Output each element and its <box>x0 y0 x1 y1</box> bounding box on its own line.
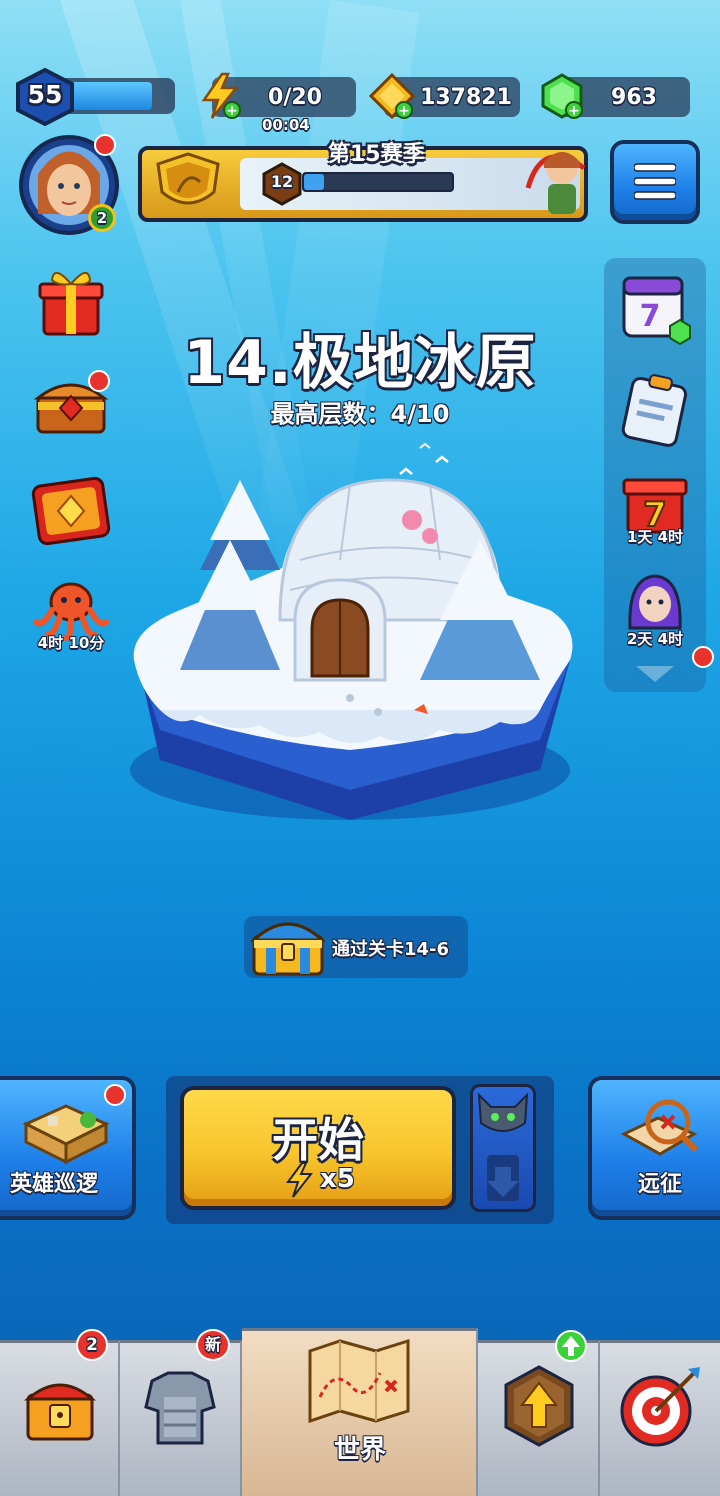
equipment-new-badge: 新 <box>196 1329 230 1361</box>
start-energy-cost: x5 <box>320 1164 355 1194</box>
tab-equipment[interactable]: 新 <box>120 1329 242 1496</box>
gold-value: 137821 <box>420 84 512 110</box>
gold-coin-icon: + <box>368 72 416 120</box>
difficulty-selector[interactable] <box>470 1084 536 1212</box>
card-pack-button[interactable] <box>30 470 112 552</box>
gem-value: 963 <box>611 84 657 110</box>
start-label: 开始 <box>272 1113 364 1167</box>
demon-mask-icon <box>477 1092 529 1132</box>
panel-collapse-chevron-icon[interactable] <box>634 664 676 684</box>
expedition-button[interactable]: 远征 <box>588 1076 720 1220</box>
stage-reward[interactable]: 通过关卡14-6 <box>244 916 468 978</box>
gem-icon: + <box>541 73 583 119</box>
archer-hero-icon <box>525 152 586 214</box>
hero-offer-timer: 2天 4时 <box>626 630 684 648</box>
tab-events[interactable] <box>600 1340 720 1496</box>
svg-text:+: + <box>398 103 410 119</box>
daily-gift-button[interactable]: 7 1天 4时 <box>614 466 696 548</box>
svg-text:+: + <box>226 103 238 119</box>
arrow-down-icon <box>487 1155 519 1201</box>
blue-chest-icon <box>250 922 326 976</box>
stage-reward-label: 通过关卡14-6 <box>332 939 450 960</box>
season-banner[interactable]: 12 第15赛季 <box>138 142 588 222</box>
svg-text:+: + <box>568 103 580 119</box>
shop-badge: 2 <box>76 1329 108 1361</box>
season-rank: 12 <box>270 172 294 191</box>
stage-title: 14.极地冰原 <box>183 328 537 398</box>
target-dart-icon <box>620 1367 700 1447</box>
hero-patrol-button[interactable]: 英雄巡逻 <box>0 1076 136 1220</box>
start-button[interactable]: 开始 x5 <box>180 1086 456 1210</box>
energy-cost-icon <box>286 1162 314 1198</box>
upgrade-arrow-icon <box>504 1365 574 1447</box>
octopus-event-button[interactable]: 4时 10分 <box>30 572 112 654</box>
tab-upgrade[interactable] <box>478 1330 600 1496</box>
ice-island-illustration[interactable] <box>120 440 590 840</box>
daily-gift-timer: 1天 4时 <box>626 528 684 546</box>
octopus-timer: 4时 10分 <box>37 634 105 652</box>
treasure-map-icon <box>620 1099 699 1156</box>
world-map-icon <box>308 1338 410 1424</box>
world-label: 世界 <box>333 1435 386 1465</box>
season-progress-bar <box>302 172 454 192</box>
menu-button[interactable] <box>610 140 700 224</box>
avatar-badge: 2 <box>88 204 116 232</box>
player-avatar[interactable]: 2 <box>18 134 120 236</box>
card-pack-icon <box>31 476 111 546</box>
stage-best-floor: 最高层数：4/10 <box>270 400 450 428</box>
hero-offer-button[interactable]: 2天 4时 <box>614 568 696 650</box>
energy-value: 0/20 <box>268 84 322 110</box>
island-map-icon <box>22 1104 110 1165</box>
energy-timer: 00:04 <box>262 116 310 134</box>
game-screen: { "top_bar": { "level": "55", "energy": … <box>0 0 720 1496</box>
avatar-badge-value: 2 <box>96 209 108 227</box>
patrol-notification-dot <box>104 1084 126 1106</box>
equipment-new-badge-value: 新 <box>204 1335 221 1354</box>
chest-lock-icon <box>24 1383 96 1441</box>
hero-patrol-label: 英雄巡逻 <box>10 1172 99 1197</box>
hamburger-icon <box>634 163 676 200</box>
avatar-notification-dot <box>94 134 116 156</box>
tab-shop[interactable]: 2 <box>0 1329 120 1496</box>
season-title: 第15赛季 <box>328 142 425 167</box>
upgrade-available-icon <box>555 1330 587 1362</box>
tab-world[interactable]: 世界 <box>242 1328 478 1496</box>
expedition-label: 远征 <box>638 1172 683 1197</box>
bow-shield-icon <box>156 152 220 205</box>
armor-icon <box>144 1371 216 1445</box>
side-panel-notification-dot <box>692 646 714 668</box>
shop-badge-value: 2 <box>86 1335 98 1355</box>
lightning-icon: + <box>201 72 241 119</box>
player-level: 55 <box>27 80 63 109</box>
